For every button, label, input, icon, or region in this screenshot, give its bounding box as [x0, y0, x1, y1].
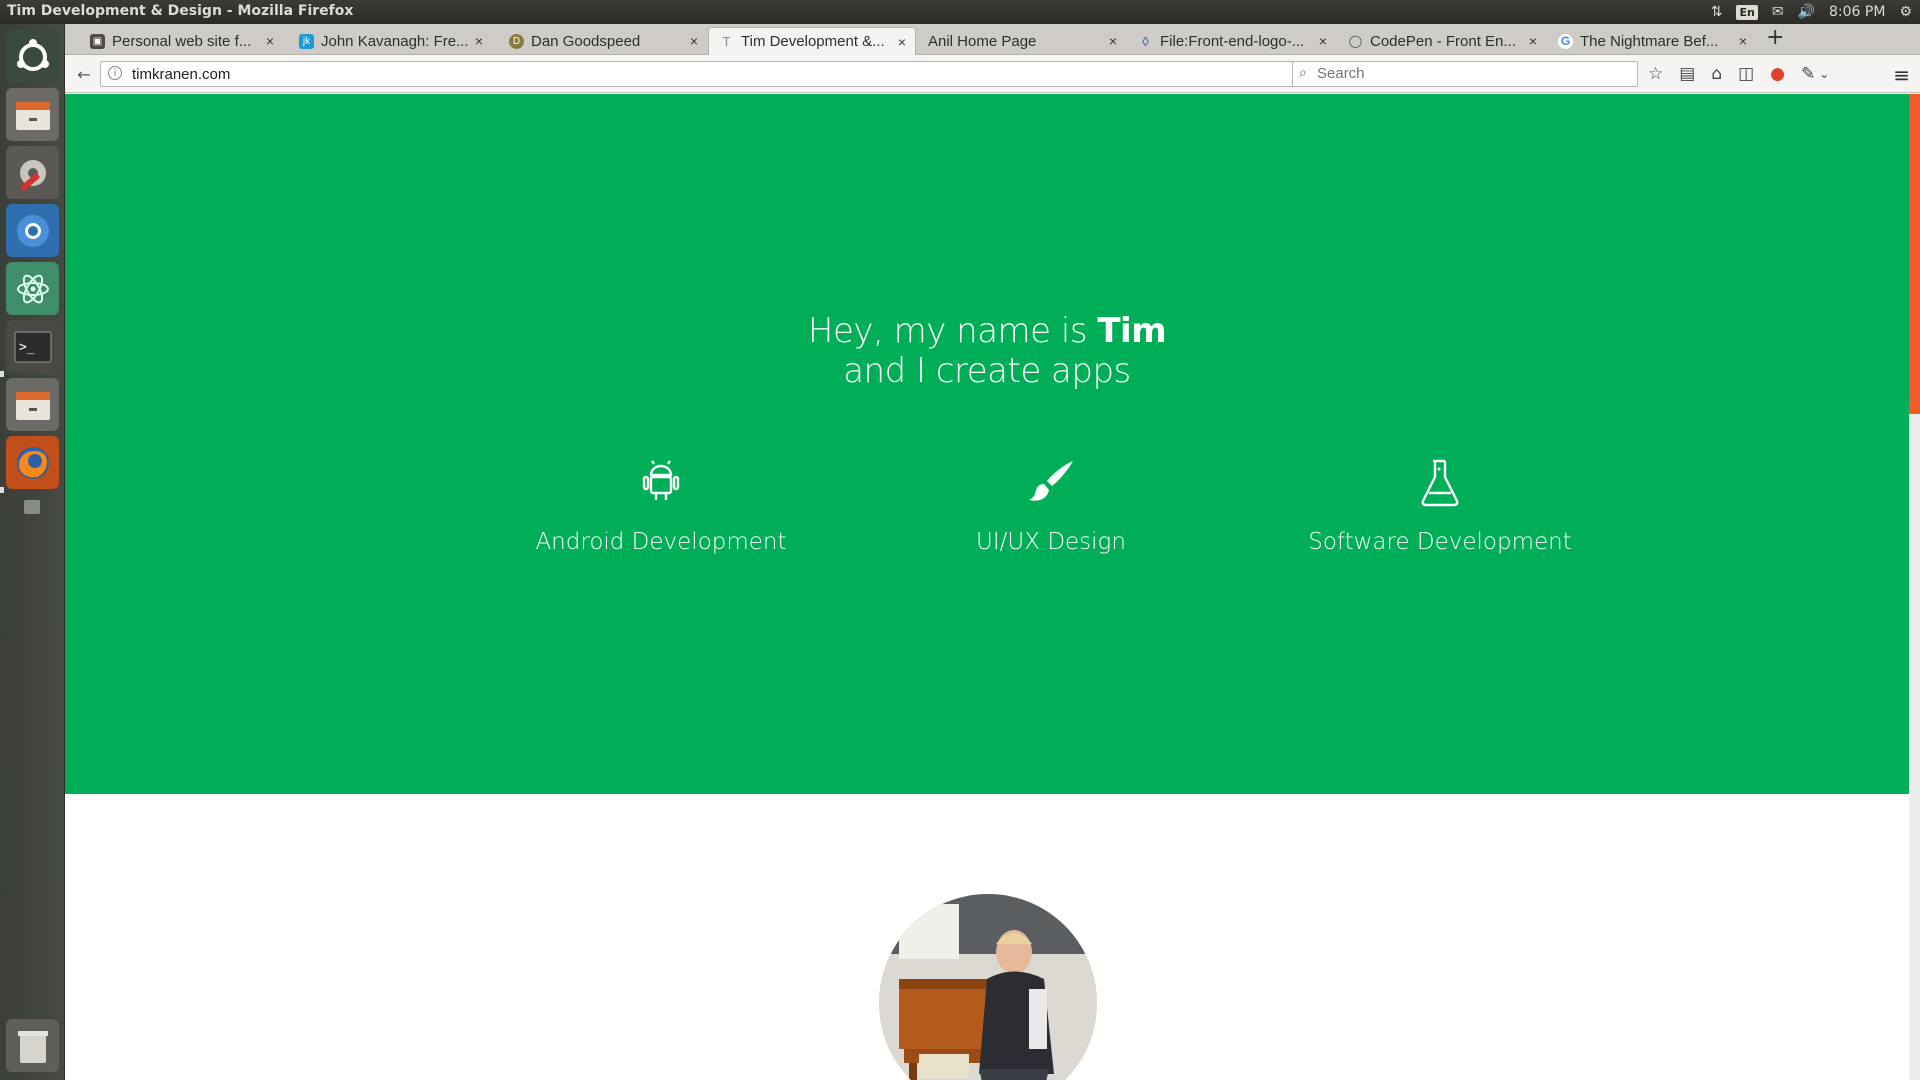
- service-label: Software Development: [1308, 529, 1572, 555]
- workspace-switcher-icon[interactable]: [24, 500, 40, 514]
- close-tab-icon[interactable]: ×: [261, 33, 279, 49]
- bookmark-star-icon[interactable]: ☆: [1648, 64, 1663, 84]
- close-tab-icon[interactable]: ×: [1524, 33, 1542, 49]
- hero-name: Tim: [1097, 311, 1167, 351]
- settings-gear-icon[interactable]: ⚙: [1899, 4, 1912, 20]
- firefox-icon[interactable]: [6, 436, 59, 489]
- service-label: Android Development: [535, 529, 787, 555]
- tab-label: Personal web site f...: [112, 32, 252, 50]
- back-arrow-icon[interactable]: ←: [73, 63, 95, 85]
- tab-codepen[interactable]: ◯ CodePen - Front En... ×: [1338, 27, 1546, 55]
- tab-anil-home-page[interactable]: Anil Home Page ×: [918, 27, 1126, 55]
- hero-tagline: and I create apps: [843, 351, 1131, 391]
- close-tab-icon[interactable]: ×: [1104, 33, 1122, 49]
- service-software: Software Development: [1290, 459, 1590, 555]
- keyboard-layout-indicator[interactable]: En: [1736, 4, 1758, 20]
- pocket-icon[interactable]: ◫: [1738, 64, 1754, 84]
- android-icon: [511, 459, 811, 507]
- clock[interactable]: 8:06 PM: [1829, 4, 1885, 20]
- ubuntu-dash-icon[interactable]: [6, 30, 59, 83]
- mail-icon[interactable]: ✉: [1772, 4, 1784, 20]
- hero-greeting: Hey, my name is: [807, 311, 1098, 351]
- service-ui-ux: UI/UX Design: [901, 459, 1201, 555]
- colorful-extension-icon[interactable]: ●: [1770, 64, 1785, 84]
- flask-icon: [1290, 459, 1590, 507]
- t-favicon-icon: T: [722, 34, 731, 49]
- system-indicators: ⇅ En ✉ 🔊 8:06 PM ⚙: [1711, 0, 1912, 24]
- service-label: UI/UX Design: [976, 529, 1126, 555]
- profile-photo: [879, 894, 1097, 1080]
- tab-front-end-logo[interactable]: ◊ File:Front-end-logo-... ×: [1128, 27, 1336, 55]
- svg-text:>_: >_: [19, 340, 35, 355]
- system-top-panel: Tim Development & Design - Mozilla Firef…: [0, 0, 1920, 24]
- hero-section: Hey, my name is Tim and I create apps An…: [65, 94, 1909, 794]
- network-icon[interactable]: ⇅: [1711, 4, 1723, 20]
- system-tools-icon[interactable]: [6, 146, 59, 199]
- tab-label: The Nightmare Bef...: [1580, 32, 1719, 50]
- tab-john-kavanagh[interactable]: jk John Kavanagh: Fre... ×: [289, 27, 492, 55]
- files-icon[interactable]: [6, 378, 59, 431]
- launcher-running-indicator: [0, 487, 4, 493]
- close-tab-icon[interactable]: ×: [1314, 33, 1332, 49]
- wiki-favicon-icon: ◊: [1142, 33, 1149, 49]
- tab-label: Anil Home Page: [928, 32, 1037, 50]
- close-tab-icon[interactable]: ×: [893, 34, 911, 50]
- tab-nightmare-before[interactable]: G The Nightmare Bef... ×: [1548, 27, 1756, 55]
- atom-editor-icon[interactable]: [6, 262, 59, 315]
- tab-label: Dan Goodspeed: [531, 32, 641, 50]
- tab-label: John Kavanagh: Fre...: [321, 32, 469, 50]
- url-bar[interactable]: i timkranen.com ↻: [100, 61, 1323, 87]
- tab-personal-web-site[interactable]: ▣ Personal web site f... ×: [80, 27, 283, 55]
- terminal-icon[interactable]: >_: [6, 320, 59, 373]
- tab-label: CodePen - Front En...: [1370, 32, 1516, 50]
- image-favicon-icon: ▣: [90, 33, 105, 49]
- window-title: Tim Development & Design - Mozilla Firef…: [7, 3, 354, 19]
- close-tab-icon[interactable]: ×: [1734, 33, 1752, 49]
- trash-icon[interactable]: [6, 1019, 59, 1072]
- dropper-extension-icon[interactable]: ✎: [1801, 64, 1815, 84]
- chromium-icon[interactable]: [6, 204, 59, 257]
- close-tab-icon[interactable]: ×: [685, 33, 703, 49]
- tab-dan-goodspeed[interactable]: D Dan Goodspeed ×: [499, 27, 707, 55]
- search-input[interactable]: [1317, 65, 1627, 82]
- search-icon: ⌕: [1299, 65, 1307, 81]
- jk-favicon-icon: jk: [299, 33, 314, 49]
- home-icon[interactable]: ⌂: [1711, 64, 1722, 84]
- paintbrush-icon: [901, 459, 1201, 507]
- url-text[interactable]: timkranen.com: [132, 66, 230, 83]
- bookmarks-library-icon[interactable]: ▤: [1679, 64, 1695, 84]
- new-tab-plus-icon[interactable]: +: [1766, 25, 1784, 50]
- chevron-down-icon[interactable]: ⌄: [1819, 67, 1829, 81]
- hero-heading: Hey, my name is Tim and I create apps: [65, 311, 1909, 391]
- browser-nav-bar: ← i timkranen.com ↻ ⌕ ☆ ▤ ⌂ ◫ ● ✎ ⌄ ≡: [65, 55, 1920, 93]
- browser-tab-bar: ▣ Personal web site f... × jk John Kavan…: [65, 24, 1920, 55]
- tab-tim-development[interactable]: T Tim Development &... ×: [708, 27, 916, 55]
- tab-label: File:Front-end-logo-...: [1160, 32, 1305, 50]
- google-favicon-icon: G: [1558, 33, 1573, 49]
- tab-label: Tim Development &...: [741, 33, 885, 50]
- toolbar-icons: ☆ ▤ ⌂ ◫ ● ✎ ⌄: [1648, 61, 1829, 87]
- volume-icon[interactable]: 🔊: [1798, 4, 1815, 20]
- service-android: Android Development: [511, 459, 811, 555]
- site-info-icon[interactable]: i: [108, 66, 122, 80]
- page-scrollbar[interactable]: [1909, 94, 1920, 1080]
- hamburger-menu-icon[interactable]: ≡: [1893, 63, 1910, 87]
- page-viewport: Hey, my name is Tim and I create apps An…: [65, 94, 1920, 1080]
- unity-launcher: >_: [0, 24, 65, 1080]
- launcher-running-indicator: [0, 371, 4, 377]
- codepen-favicon-icon: ◯: [1348, 34, 1363, 48]
- close-tab-icon[interactable]: ×: [470, 33, 488, 49]
- scrollbar-thumb[interactable]: [1909, 94, 1920, 414]
- files-icon[interactable]: [6, 88, 59, 141]
- dg-favicon-icon: D: [509, 33, 524, 49]
- search-bar[interactable]: ⌕: [1292, 61, 1638, 87]
